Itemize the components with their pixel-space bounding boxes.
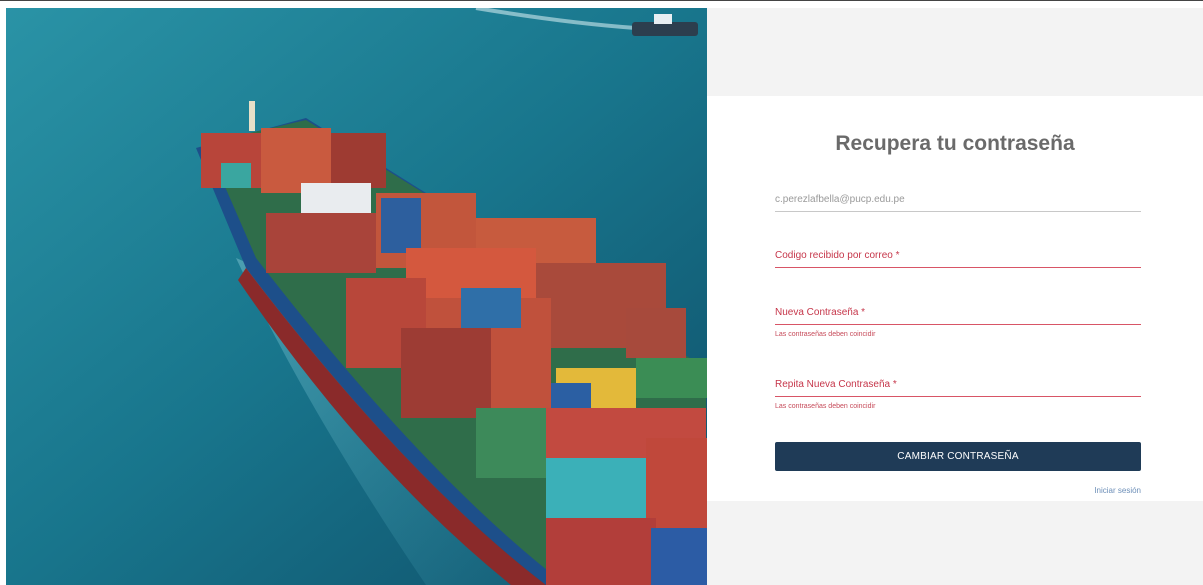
top-border xyxy=(0,0,1203,7)
new-password-field-group[interactable]: Nueva Contraseña * Las contraseñas deben… xyxy=(775,307,1141,338)
repeat-password-underline xyxy=(775,396,1141,397)
cargo-ship-image xyxy=(6,8,707,585)
new-password-underline xyxy=(775,324,1141,325)
new-password-hint: Las contraseñas deben coincidir xyxy=(775,331,876,338)
change-password-button[interactable]: CAMBIAR CONTRASEÑA xyxy=(775,442,1141,471)
repeat-password-label: Repita Nueva Contraseña * xyxy=(775,379,897,390)
code-underline xyxy=(775,267,1141,268)
email-underline xyxy=(775,211,1141,212)
login-link[interactable]: Iniciar sesión xyxy=(1094,486,1141,495)
page-title: Recupera tu contraseña xyxy=(835,132,1075,155)
email-field-group xyxy=(775,194,1141,212)
password-recovery-card: Recupera tu contraseña Codigo recibido p… xyxy=(707,96,1203,501)
new-password-label: Nueva Contraseña * xyxy=(775,307,866,318)
code-field-group[interactable]: Codigo recibido por correo * xyxy=(775,250,1141,268)
code-field-label: Codigo recibido por correo * xyxy=(775,250,900,261)
cargo-ship-illustration xyxy=(6,8,707,585)
repeat-password-hint: Las contraseñas deben coincidir xyxy=(775,403,876,410)
email-field[interactable] xyxy=(775,194,1141,211)
repeat-password-field-group[interactable]: Repita Nueva Contraseña * Las contraseña… xyxy=(775,379,1141,410)
